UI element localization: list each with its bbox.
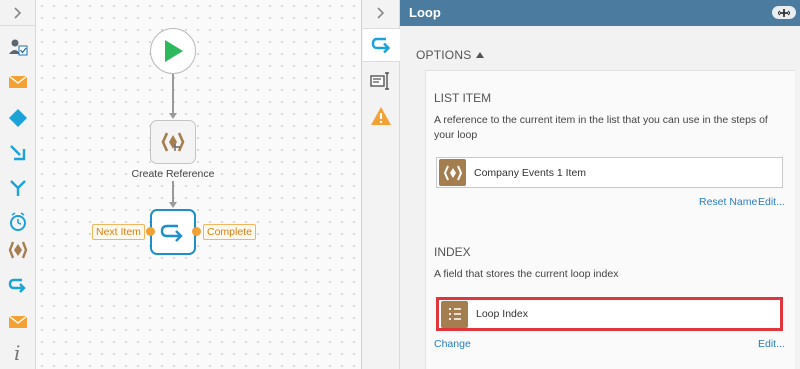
warning-icon <box>371 107 391 125</box>
list-item-description: A reference to the current item in the l… <box>434 114 768 141</box>
create-reference-icon <box>443 165 462 180</box>
info-icon: i <box>14 342 20 364</box>
arrow-head <box>169 202 177 208</box>
email-tool[interactable] <box>8 312 28 332</box>
create-reference-tool[interactable] <box>8 240 28 260</box>
next-item-port[interactable] <box>146 227 155 236</box>
create-reference-label: Create Reference <box>131 168 215 180</box>
info-tool[interactable]: i <box>8 342 28 364</box>
complete-port[interactable] <box>192 227 201 236</box>
list-item-field-value: Company Events 1 Item <box>474 166 587 179</box>
tab-warnings[interactable] <box>362 99 400 133</box>
index-field-icon-box <box>441 300 468 328</box>
email-icon <box>8 75 28 88</box>
options-section: LIST ITEM A reference to the current ite… <box>425 70 795 369</box>
toolbox: i <box>0 0 36 369</box>
panel-tab-strip <box>362 0 401 369</box>
expand-toolbox-button[interactable] <box>0 0 36 26</box>
tab-loop-options[interactable] <box>363 28 401 62</box>
loop-index-field-value: Loop Index <box>476 308 528 320</box>
create-reference-icon <box>161 132 185 152</box>
branch-tool[interactable] <box>8 178 28 198</box>
index-heading: INDEX <box>434 245 471 259</box>
decision-icon <box>9 109 27 127</box>
change-link[interactable]: Change <box>434 338 471 350</box>
user-task-tool[interactable] <box>8 37 28 57</box>
user-task-icon <box>9 39 28 56</box>
panel-header: Loop <box>400 0 800 26</box>
chevron-right-icon <box>377 7 385 19</box>
list-item-edit-link[interactable]: Edit... <box>758 196 785 208</box>
list-item-field[interactable]: Company Events 1 Item <box>436 157 783 188</box>
timer-icon <box>10 212 26 231</box>
merge-down-icon <box>10 145 26 161</box>
options-section-title[interactable]: OPTIONS <box>416 48 471 62</box>
properties-panel: Loop OPTIONS LIST ITEM A reference to th… <box>400 0 800 369</box>
connector-reference-to-loop <box>172 181 174 203</box>
arrow-head <box>169 113 177 119</box>
index-edit-link[interactable]: Edit... <box>758 338 785 350</box>
start-node[interactable] <box>150 28 196 74</box>
branch-icon <box>10 180 26 196</box>
numbered-list-icon <box>448 308 461 320</box>
email-tool[interactable] <box>8 72 28 92</box>
index-description: A field that stores the current loop ind… <box>434 268 619 280</box>
svg-text:i: i <box>14 342 20 364</box>
next-item-label: Next Item <box>92 224 145 240</box>
email-icon <box>8 315 28 328</box>
loop-index-field[interactable]: Loop Index <box>436 297 783 331</box>
panel-title: Loop <box>409 5 441 20</box>
chevron-right-icon <box>14 6 22 19</box>
loop-icon <box>160 224 183 242</box>
reference-field-icon-box <box>439 159 466 186</box>
create-reference-icon <box>8 241 28 259</box>
loop-tool[interactable] <box>8 275 28 295</box>
workflow-canvas[interactable]: Create Reference Next Item Complete <box>36 0 362 369</box>
timer-tool[interactable] <box>8 212 28 232</box>
caret-up-icon[interactable] <box>476 52 484 58</box>
collapse-panel-button[interactable] <box>362 0 400 26</box>
create-reference-node[interactable] <box>150 120 196 164</box>
reset-name-link[interactable]: Reset Name <box>699 196 757 208</box>
pin-panel-button[interactable] <box>772 6 796 19</box>
loop-icon <box>371 37 391 54</box>
merge-tool[interactable] <box>8 143 28 163</box>
complete-label: Complete <box>203 224 256 240</box>
loop-node[interactable] <box>150 209 196 255</box>
tab-text-properties[interactable] <box>362 64 400 98</box>
loop-icon <box>8 278 26 293</box>
text-cursor-icon <box>370 72 389 90</box>
play-icon <box>165 40 183 62</box>
list-item-heading: LIST ITEM <box>434 91 492 105</box>
connector-start-to-reference <box>172 74 174 114</box>
pin-icon <box>778 8 790 17</box>
decision-tool[interactable] <box>8 108 28 128</box>
